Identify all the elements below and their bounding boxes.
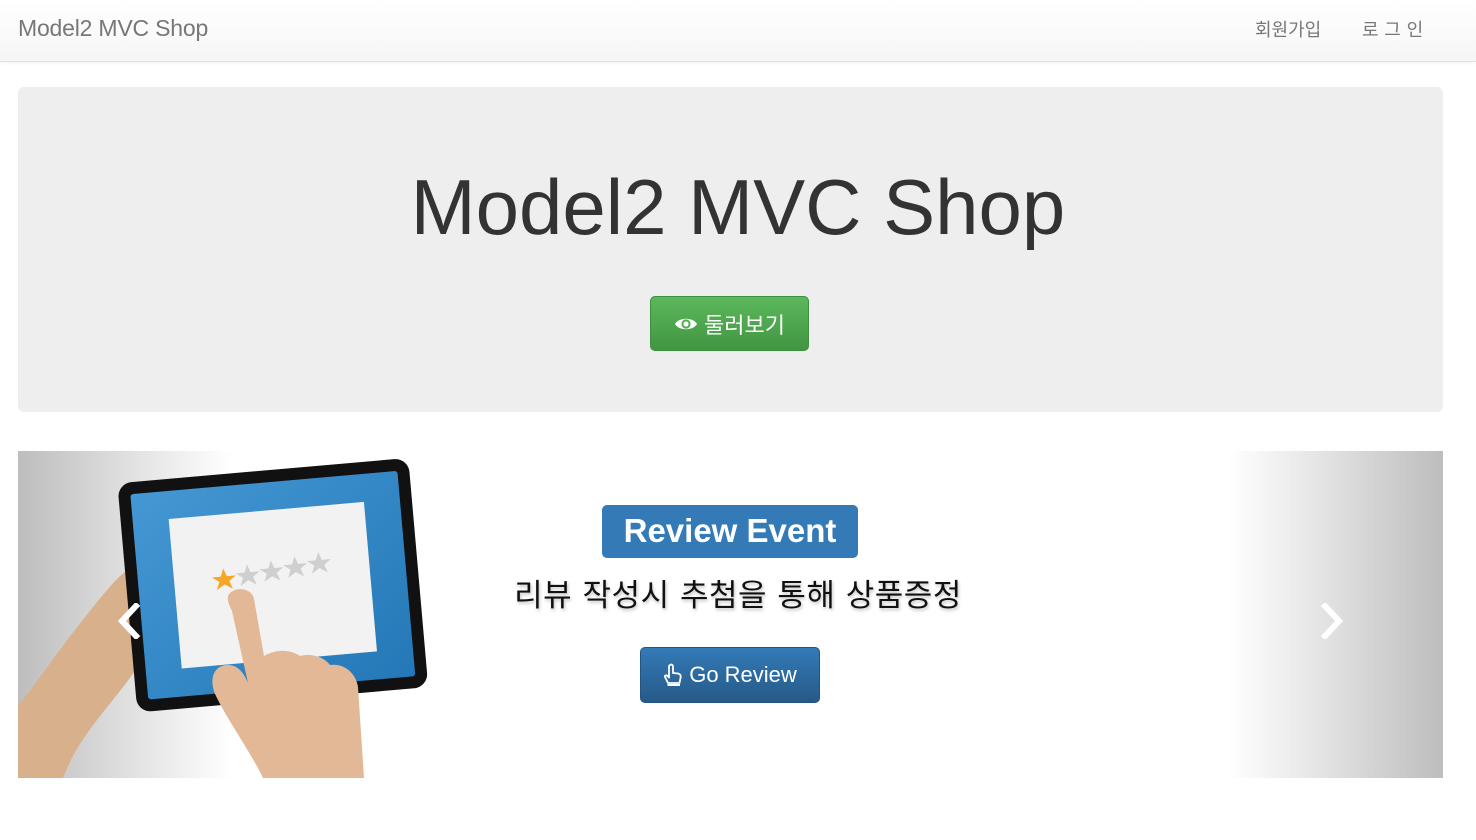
signup-link[interactable]: 회원가입 bbox=[1255, 16, 1321, 42]
eye-icon bbox=[674, 316, 698, 332]
login-link[interactable]: 로 그 인 bbox=[1362, 16, 1423, 42]
go-review-button[interactable]: Go Review bbox=[640, 647, 820, 703]
hand-pointer-icon bbox=[663, 663, 683, 687]
browse-button-label: 둘러보기 bbox=[704, 313, 785, 339]
review-event-caption: 리뷰 작성시 추첨을 통해 상품증정 bbox=[514, 578, 962, 614]
navbar-brand[interactable]: Model2 MVC Shop bbox=[18, 15, 208, 42]
hero-title: Model2 MVC Shop bbox=[410, 163, 1066, 251]
review-event-badge: Review Event bbox=[602, 505, 858, 558]
browse-button[interactable]: 둘러보기 bbox=[650, 296, 809, 351]
top-navbar: Model2 MVC Shop 회원가입 로 그 인 bbox=[0, 0, 1476, 62]
go-review-label: Go Review bbox=[689, 662, 797, 687]
